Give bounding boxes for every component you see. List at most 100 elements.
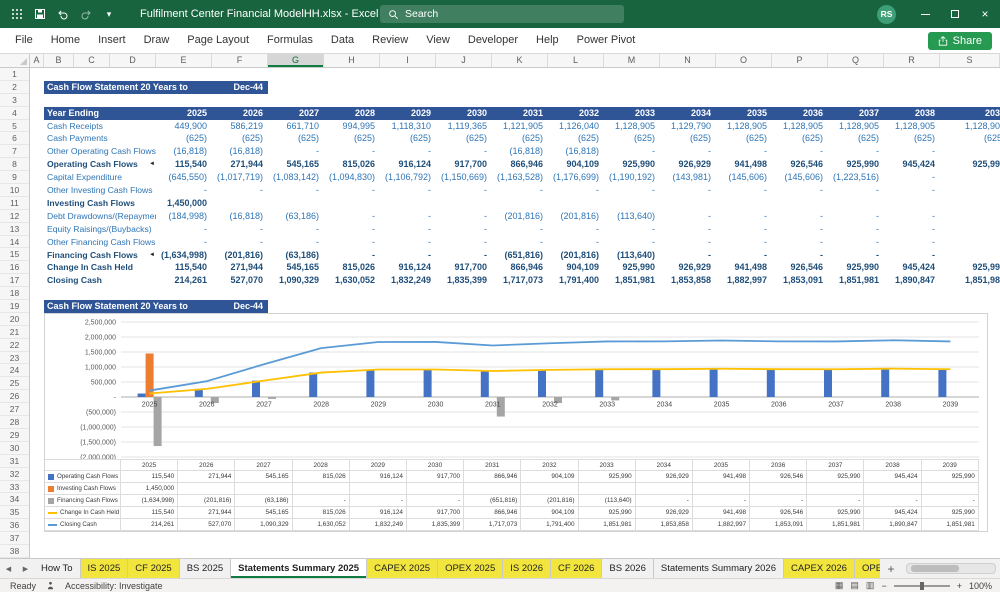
cell[interactable]: - (380, 223, 436, 236)
cell[interactable]: - (324, 249, 380, 262)
cell[interactable]: 904,109 (548, 261, 604, 274)
cell[interactable]: 1,630,052 (324, 274, 380, 287)
cell[interactable]: (113,640) (604, 210, 660, 223)
cell[interactable]: 925,990 (828, 261, 884, 274)
cell[interactable]: 926,929 (660, 158, 716, 171)
cell[interactable]: - (660, 210, 716, 223)
sheet-tab-statements-summary-2025[interactable]: Statements Summary 2025 (231, 559, 368, 578)
row-header-20[interactable]: 20 (0, 313, 29, 326)
year-header-2026[interactable]: 2026 (212, 107, 268, 120)
cell[interactable]: - (380, 184, 436, 197)
accessibility-status[interactable]: Accessibility: Investigate (65, 581, 163, 591)
cell[interactable]: - (660, 145, 716, 158)
cell[interactable]: (145,606) (772, 171, 828, 184)
cell[interactable]: - (604, 223, 660, 236)
cell[interactable]: 115,540 (156, 158, 212, 171)
cell[interactable]: - (380, 236, 436, 249)
row-label[interactable]: Capital Expenditure (44, 171, 156, 184)
save-icon[interactable] (33, 7, 47, 21)
scrollbar-thumb[interactable] (910, 565, 959, 572)
year-header-2035[interactable]: 2035 (716, 107, 772, 120)
column-header-A[interactable]: A (30, 54, 44, 67)
cell[interactable]: (625) (828, 132, 884, 145)
search-input[interactable]: Search (380, 5, 624, 23)
cell[interactable] (436, 197, 492, 210)
row-label[interactable]: Operating Cash Flows ◄ (44, 158, 156, 171)
cell[interactable]: 1,128,905 (772, 120, 828, 133)
cell[interactable]: 1,851,981 (940, 274, 1000, 287)
cell[interactable]: - (772, 184, 828, 197)
cell[interactable]: (625) (268, 132, 324, 145)
row-label[interactable]: Other Investing Cash Flows (44, 184, 156, 197)
cashflow-chart[interactable]: 2,500,000 2,000,000 1,500,000 1,000,000 500,… (44, 313, 988, 533)
cell[interactable]: - (772, 249, 828, 262)
cell[interactable]: (201,816) (492, 210, 548, 223)
cell[interactable]: - (660, 249, 716, 262)
year-header-2029[interactable]: 2029 (380, 107, 436, 120)
row-header-6[interactable]: 6 (0, 132, 29, 146)
cell[interactable]: (625) (212, 132, 268, 145)
cell[interactable]: (625) (884, 132, 940, 145)
cell[interactable]: (1,190,192) (604, 171, 660, 184)
app-launcher-icon[interactable] (10, 7, 24, 21)
sheet-tab-is-2026[interactable]: IS 2026 (503, 559, 551, 578)
cell[interactable]: (16,818) (156, 145, 212, 158)
row-header-36[interactable]: 36 (0, 519, 29, 533)
cell[interactable]: - (716, 236, 772, 249)
cell[interactable]: 815,026 (324, 158, 380, 171)
cell[interactable]: - (436, 210, 492, 223)
row-label[interactable]: Debt Drawdowns/(Repayments) (44, 210, 156, 223)
year-header-2027[interactable]: 2027 (268, 107, 324, 120)
cell[interactable]: - (492, 184, 548, 197)
cell[interactable]: (1,163,528) (492, 171, 548, 184)
year-header-2036[interactable]: 2036 (772, 107, 828, 120)
cell[interactable]: - (884, 145, 940, 158)
ribbon-tab-power-pivot[interactable]: Power Pivot (568, 28, 645, 53)
close-button[interactable]: × (970, 0, 1000, 28)
zoom-level[interactable]: 100% (969, 581, 992, 591)
cell[interactable]: 1,128,905 (716, 120, 772, 133)
cell[interactable]: - (436, 184, 492, 197)
sheet-tab-prev-icon[interactable]: ◀ (0, 559, 17, 578)
cell[interactable]: 815,026 (324, 261, 380, 274)
cell[interactable]: (625) (492, 132, 548, 145)
year-header-2030[interactable]: 2030 (436, 107, 492, 120)
cell[interactable]: - (380, 249, 436, 262)
ribbon-tab-home[interactable]: Home (42, 28, 89, 53)
sheet-tab-capex-2025[interactable]: CAPEX 2025 (367, 559, 439, 578)
cell[interactable] (212, 197, 268, 210)
cell[interactable]: - (436, 249, 492, 262)
cell[interactable]: 945,424 (884, 261, 940, 274)
row-header-18[interactable]: 18 (0, 287, 29, 301)
cell[interactable]: - (716, 184, 772, 197)
row-header-1[interactable]: 1 (0, 68, 29, 81)
cell[interactable]: 925,990 (940, 158, 1000, 171)
year-header-2034[interactable]: 2034 (660, 107, 716, 120)
zoom-out-icon[interactable]: − (881, 581, 886, 591)
scrollbar-track[interactable] (906, 563, 996, 574)
cell[interactable]: 1,832,249 (380, 274, 436, 287)
cell[interactable]: - (156, 184, 212, 197)
cell[interactable]: - (324, 145, 380, 158)
select-all-button[interactable] (0, 54, 30, 67)
ribbon-tab-data[interactable]: Data (322, 28, 363, 53)
cell[interactable]: - (268, 145, 324, 158)
column-header-K[interactable]: K (492, 54, 548, 67)
row-header-16[interactable]: 16 (0, 261, 29, 275)
row-header-14[interactable]: 14 (0, 236, 29, 249)
cell[interactable]: - (940, 145, 1000, 158)
column-header-Q[interactable]: Q (828, 54, 884, 67)
cell[interactable]: 214,261 (156, 274, 212, 287)
cell[interactable]: - (884, 249, 940, 262)
cell[interactable]: (625) (772, 132, 828, 145)
cell[interactable]: 1,890,847 (884, 274, 940, 287)
cell[interactable]: - (324, 184, 380, 197)
cell[interactable]: - (884, 184, 940, 197)
zoom-slider-thumb[interactable] (919, 581, 924, 590)
sheet-tab-cf-2026[interactable]: CF 2026 (550, 559, 603, 578)
cell[interactable]: 527,070 (212, 274, 268, 287)
cell[interactable]: (201,816) (212, 249, 268, 262)
cell[interactable]: 586,219 (212, 120, 268, 133)
row-header-26[interactable]: 26 (0, 390, 29, 404)
cell[interactable]: 866,946 (492, 158, 548, 171)
